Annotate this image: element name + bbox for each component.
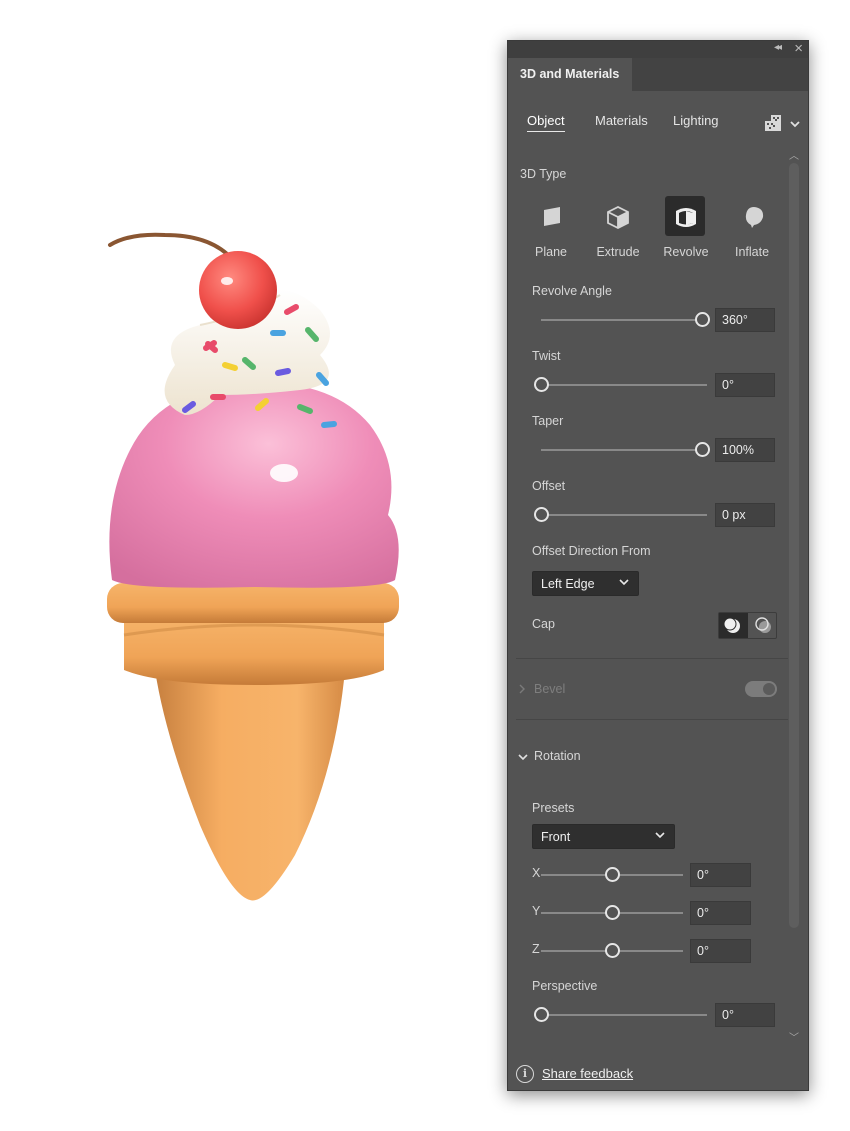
chevron-down-icon [654,829,666,843]
3d-materials-panel: ◂◂ × 3D and Materials Object Materials L… [507,40,809,1091]
share-feedback-link[interactable]: Share feedback [542,1066,633,1081]
type-revolve-label: Revolve [663,245,709,259]
y-field[interactable]: 0° [690,901,751,925]
presets-label: Presets [532,801,575,815]
tab-object[interactable]: Object [527,113,565,132]
type-inflate-button[interactable] [733,196,773,236]
type-plane-button[interactable] [532,196,572,236]
scroll-up-icon[interactable]: ︿ [789,147,799,162]
type-plane-label: Plane [535,245,567,259]
plane-icon [544,207,560,226]
scrollbar-thumb[interactable] [789,163,799,928]
pink-scoop [109,382,399,588]
cap-off-button[interactable] [749,613,778,638]
taper-slider[interactable] [541,449,702,451]
x-knob[interactable] [605,867,620,882]
cone-body [155,670,345,901]
offset-field[interactable]: 0 px [715,503,775,527]
cap-toggle-group [718,612,777,639]
render-settings-icon[interactable] [763,113,783,136]
revolve-angle-label: Revolve Angle [532,284,612,298]
bevel-toggle[interactable] [745,681,777,697]
panel-titlebar: ◂◂ × [508,40,808,58]
x-label: X [532,866,541,880]
perspective-knob[interactable] [534,1007,549,1022]
offset-slider[interactable] [541,514,707,516]
tab-lighting[interactable]: Lighting [673,113,719,128]
chevron-down-icon[interactable] [518,749,528,764]
info-icon: i [516,1065,534,1083]
z-field[interactable]: 0° [690,939,751,963]
z-label: Z [532,942,540,956]
x-field[interactable]: 0° [690,863,751,887]
y-knob[interactable] [605,905,620,920]
revolve-angle-knob[interactable] [695,312,710,327]
taper-label: Taper [532,414,564,428]
3d-type-label: 3D Type [520,167,567,181]
presets-value: Front [541,830,571,844]
offset-direction-dropdown[interactable]: Left Edge [532,571,639,596]
twist-field[interactable]: 0° [715,373,775,397]
panel-tab-3d-materials[interactable]: 3D and Materials [508,58,632,91]
revolve-angle-field[interactable]: 360° [715,308,775,332]
type-extrude-label: Extrude [596,245,640,259]
rotation-label[interactable]: Rotation [534,749,581,763]
offset-direction-value: Left Edge [541,577,595,591]
bevel-toggle-dot [763,683,775,695]
perspective-label: Perspective [532,979,598,993]
taper-knob[interactable] [695,442,710,457]
revolve-icon [676,208,696,227]
cap-off-icon [755,617,771,633]
tab-materials[interactable]: Materials [595,113,648,128]
twist-label: Twist [532,349,561,363]
type-inflate-label: Inflate [734,245,770,259]
offset-knob[interactable] [534,507,549,522]
taper-field[interactable]: 100% [715,438,775,462]
scroll-down-icon[interactable]: ﹀ [789,1029,799,1044]
presets-dropdown[interactable]: Front [532,824,675,849]
offset-label: Offset [532,479,566,493]
twist-slider[interactable] [541,384,707,386]
perspective-field[interactable]: 0° [715,1003,775,1027]
chevron-right-icon[interactable] [518,682,526,697]
twist-knob[interactable] [534,377,549,392]
type-revolve-button[interactable] [665,196,705,236]
z-knob[interactable] [605,943,620,958]
chevron-down-icon [618,576,630,590]
cap-on-icon [723,617,740,633]
collapse-panel-icon[interactable]: ◂◂ [774,42,782,53]
panel-tab-strip: 3D and Materials [508,58,808,91]
cherry [199,251,277,329]
divider [516,719,788,720]
extrude-icon [607,205,629,230]
offset-direction-label: Offset Direction From [532,544,651,558]
revolve-angle-slider[interactable] [541,319,702,321]
cone-rim-upper [107,583,399,623]
ice-cream-artwork[interactable] [90,215,420,915]
cap-on-button[interactable] [719,613,748,638]
chevron-down-icon[interactable] [789,117,801,132]
cap-label: Cap [532,617,555,631]
type-extrude-button[interactable] [597,196,637,236]
y-label: Y [532,904,541,918]
inflate-icon [745,207,764,228]
perspective-slider[interactable] [541,1014,707,1016]
bevel-label: Bevel [534,682,566,696]
close-icon[interactable]: × [794,40,803,57]
subtabs: Object Materials Lighting [508,113,808,137]
divider [516,658,788,659]
